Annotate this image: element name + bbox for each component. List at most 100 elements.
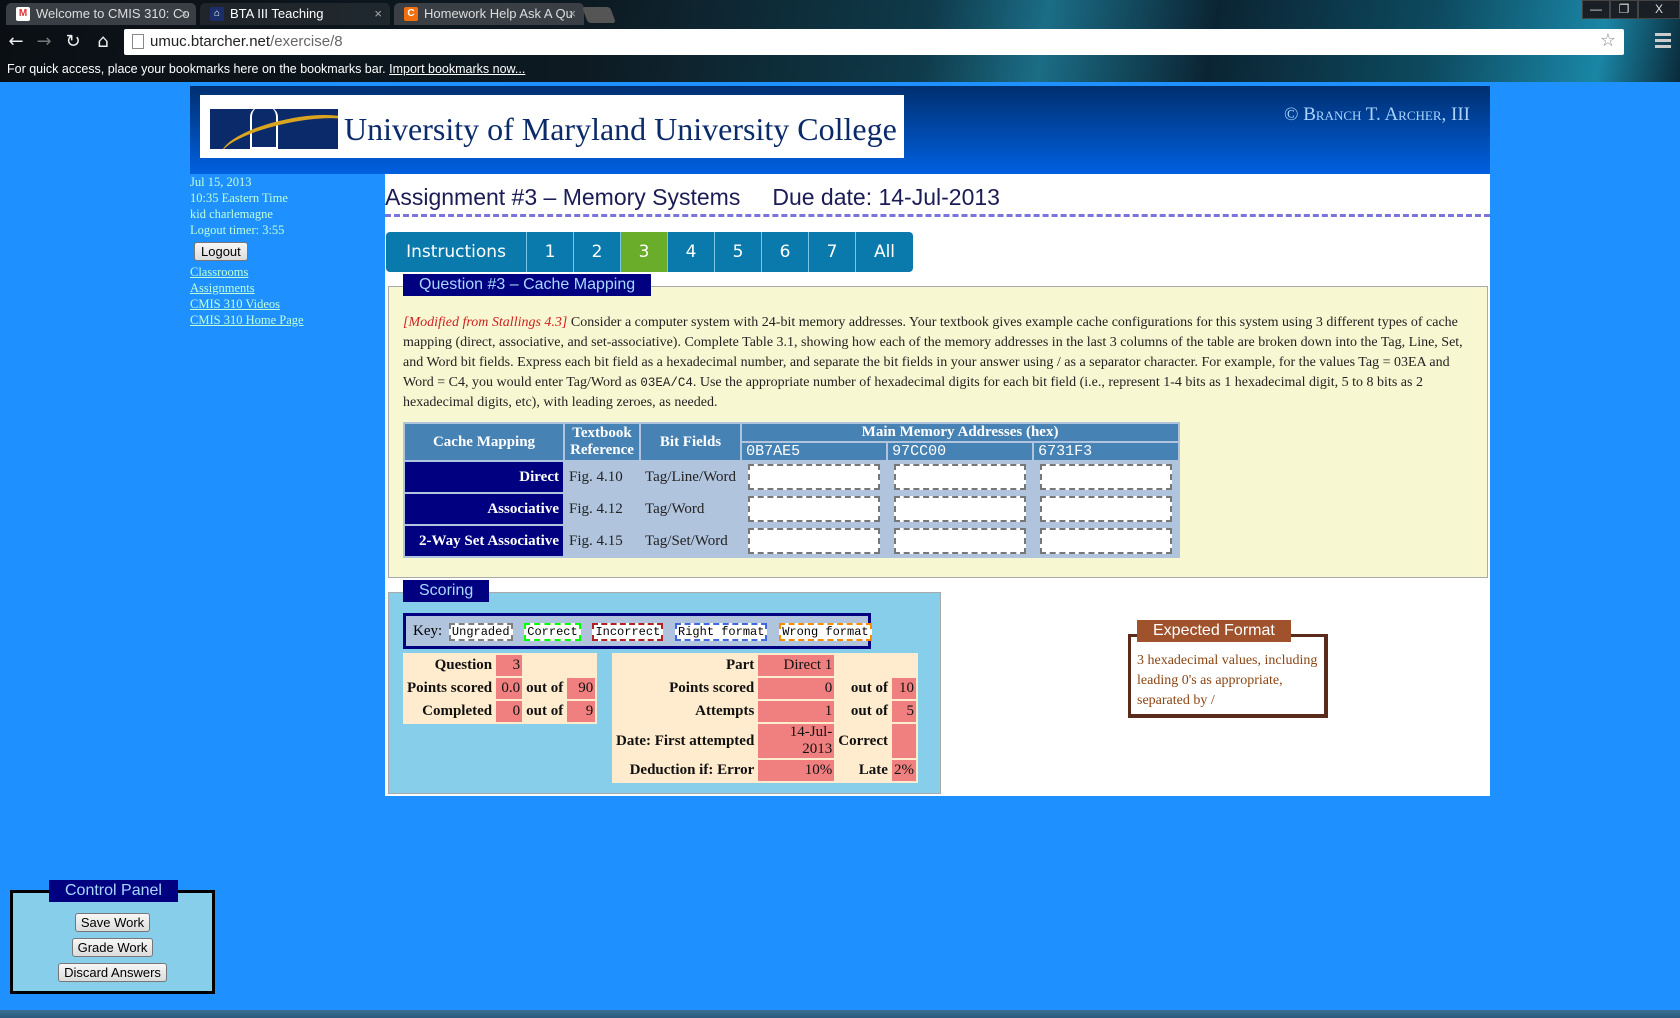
sidebar: Jul 15, 2013 10:35 Eastern Time kid char… bbox=[190, 174, 304, 328]
navigation-bar: ← → ↻ ⌂ umuc.btarcher.net/exercise/8 ☆ bbox=[0, 29, 1680, 57]
question-number: 3 bbox=[496, 655, 523, 676]
restore-button[interactable]: ❐ bbox=[1610, 0, 1638, 19]
completed-count: 0 bbox=[496, 701, 523, 722]
home-icon[interactable]: ⌂ bbox=[92, 31, 114, 53]
sidebar-link-assignments[interactable]: Assignments bbox=[190, 280, 304, 296]
logout-timer: Logout timer: 3:55 bbox=[190, 223, 285, 237]
out-of-label: out of bbox=[850, 680, 888, 696]
part-points-max: 10 bbox=[891, 678, 916, 699]
chegg-icon: C bbox=[404, 7, 418, 21]
header-textbook-reference: Textbook Reference bbox=[565, 424, 639, 460]
scoring-heading: Scoring bbox=[403, 580, 490, 602]
import-bookmarks-link[interactable]: Import bookmarks now... bbox=[389, 62, 525, 76]
row-reference: Fig. 4.10 bbox=[569, 468, 623, 485]
browser-tab-homework[interactable]: C Homework Help Ask A Qu × bbox=[394, 3, 584, 25]
answer-input-direct-1[interactable] bbox=[748, 464, 881, 490]
table-row-associative: Associative Fig. 4.12 Tag/Word bbox=[405, 494, 1178, 524]
bta-icon: ⌂ bbox=[210, 7, 224, 21]
out-of-label: out of bbox=[526, 680, 564, 696]
deduction-error-label: Deduction if: Error bbox=[629, 762, 755, 778]
row-fields: Tag/Word bbox=[645, 500, 705, 517]
logo-text: University of Maryland University Colleg… bbox=[344, 111, 897, 147]
key-incorrect: Incorrect bbox=[592, 623, 664, 641]
user-name: kid charlemagne bbox=[190, 207, 273, 221]
table-row-set-associative: 2-Way Set Associative Fig. 4.15 Tag/Set/… bbox=[405, 526, 1178, 556]
new-tab-button[interactable] bbox=[582, 7, 616, 23]
sidebar-link-classrooms[interactable]: Classrooms bbox=[190, 264, 304, 280]
close-tab-icon[interactable]: × bbox=[374, 3, 382, 25]
close-tab-icon[interactable]: × bbox=[568, 3, 576, 25]
out-of-label: out of bbox=[850, 703, 888, 719]
completed-max: 9 bbox=[567, 701, 596, 722]
address-0b7ae5: 0B7AE5 bbox=[742, 443, 887, 460]
answer-input-set-associative-3[interactable] bbox=[1040, 528, 1173, 554]
row-mapping: Associative bbox=[405, 494, 563, 524]
header-bit-fields: Bit Fields bbox=[641, 424, 741, 460]
url-path: /exercise/8 bbox=[270, 33, 343, 50]
tab-question-4[interactable]: 4 bbox=[668, 232, 715, 272]
back-arrow-icon[interactable]: ← bbox=[5, 31, 27, 53]
grade-work-button[interactable]: Grade Work bbox=[71, 938, 154, 957]
answer-input-direct-2[interactable] bbox=[894, 464, 1027, 490]
minimize-button[interactable]: — bbox=[1582, 0, 1610, 19]
part-label: Part bbox=[725, 657, 755, 673]
question-panel: Question #3 – Cache Mapping [Modified fr… bbox=[388, 274, 1488, 578]
answer-input-associative-1[interactable] bbox=[748, 496, 881, 522]
page-title: Assignment #3 – Memory Systems Due date: … bbox=[385, 184, 1490, 217]
points-scored: 0.0 bbox=[496, 678, 523, 699]
answer-input-associative-2[interactable] bbox=[894, 496, 1027, 522]
answer-input-associative-3[interactable] bbox=[1040, 496, 1173, 522]
expected-format-heading: Expected Format bbox=[1137, 620, 1291, 642]
copyright: © Branch T. Archer, III bbox=[1284, 104, 1470, 125]
question-score-table: Question 3 Points scored 0.0 out of 90 C… bbox=[403, 653, 598, 724]
answer-input-set-associative-2[interactable] bbox=[894, 528, 1027, 554]
tab-all[interactable]: All bbox=[856, 232, 913, 272]
tab-question-5[interactable]: 5 bbox=[715, 232, 762, 272]
umuc-logo: University of Maryland University Colleg… bbox=[200, 95, 904, 158]
browser-tab-bta[interactable]: ⌂ BTA III Teaching × bbox=[200, 3, 390, 25]
browser-tab-gmail[interactable]: M Welcome to CMIS 310: Co × bbox=[6, 3, 196, 25]
example-code: 03EA/C4 bbox=[640, 376, 693, 390]
row-mapping: 2-Way Set Associative bbox=[405, 526, 563, 556]
close-tab-icon[interactable]: × bbox=[180, 3, 188, 25]
attempts-count: 1 bbox=[758, 701, 835, 722]
discard-answers-button[interactable]: Discard Answers bbox=[58, 963, 167, 982]
tab-question-6[interactable]: 6 bbox=[762, 232, 809, 272]
tab-label: BTA III Teaching bbox=[230, 6, 324, 21]
part-value: Direct 1 bbox=[758, 655, 835, 676]
out-of-label: out of bbox=[526, 703, 564, 719]
control-panel-heading: Control Panel bbox=[49, 880, 178, 902]
tab-question-3[interactable]: 3 bbox=[621, 232, 668, 272]
tab-question-7[interactable]: 7 bbox=[809, 232, 856, 272]
part-points: 0 bbox=[758, 678, 835, 699]
tab-question-2[interactable]: 2 bbox=[574, 232, 621, 272]
logout-button[interactable]: Logout bbox=[194, 242, 248, 261]
assignment-title: Assignment #3 – Memory Systems bbox=[385, 184, 741, 210]
reload-icon[interactable]: ↻ bbox=[62, 31, 84, 53]
url-text[interactable]: umuc.btarcher.net/exercise/8 bbox=[150, 33, 343, 50]
tab-instructions[interactable]: Instructions bbox=[386, 232, 527, 272]
address-bar[interactable]: umuc.btarcher.net/exercise/8 ☆ bbox=[124, 29, 1624, 55]
forward-arrow-icon[interactable]: → bbox=[33, 31, 55, 53]
first-attempted-date: 14-Jul-2013 bbox=[758, 724, 835, 758]
page-icon bbox=[132, 34, 144, 49]
browser-chrome: M Welcome to CMIS 310: Co × ⌂ BTA III Te… bbox=[0, 0, 1680, 82]
sidebar-link-videos[interactable]: CMIS 310 Videos bbox=[190, 296, 304, 312]
chrome-menu-icon[interactable] bbox=[1655, 33, 1671, 51]
key-wrong-format: Wrong format bbox=[779, 623, 872, 641]
correct-value bbox=[891, 724, 916, 758]
save-work-button[interactable]: Save Work bbox=[74, 913, 151, 932]
close-window-button[interactable]: X bbox=[1638, 0, 1680, 19]
first-attempted-label: Date: First attempted bbox=[616, 732, 755, 749]
sidebar-link-home-page[interactable]: CMIS 310 Home Page bbox=[190, 312, 304, 328]
question-source: [Modified from Stallings 4.3] bbox=[403, 315, 568, 330]
answer-input-set-associative-1[interactable] bbox=[748, 528, 881, 554]
key-right-format: Right format bbox=[675, 623, 768, 641]
completed-label: Completed bbox=[422, 703, 493, 719]
tab-question-1[interactable]: 1 bbox=[527, 232, 574, 272]
bookmark-star-icon[interactable]: ☆ bbox=[1600, 30, 1616, 51]
part-points-label: Points scored bbox=[669, 680, 755, 696]
answer-input-direct-3[interactable] bbox=[1040, 464, 1173, 490]
address-97cc00: 97CC00 bbox=[888, 443, 1033, 460]
deduction-error: 10% bbox=[758, 760, 835, 781]
